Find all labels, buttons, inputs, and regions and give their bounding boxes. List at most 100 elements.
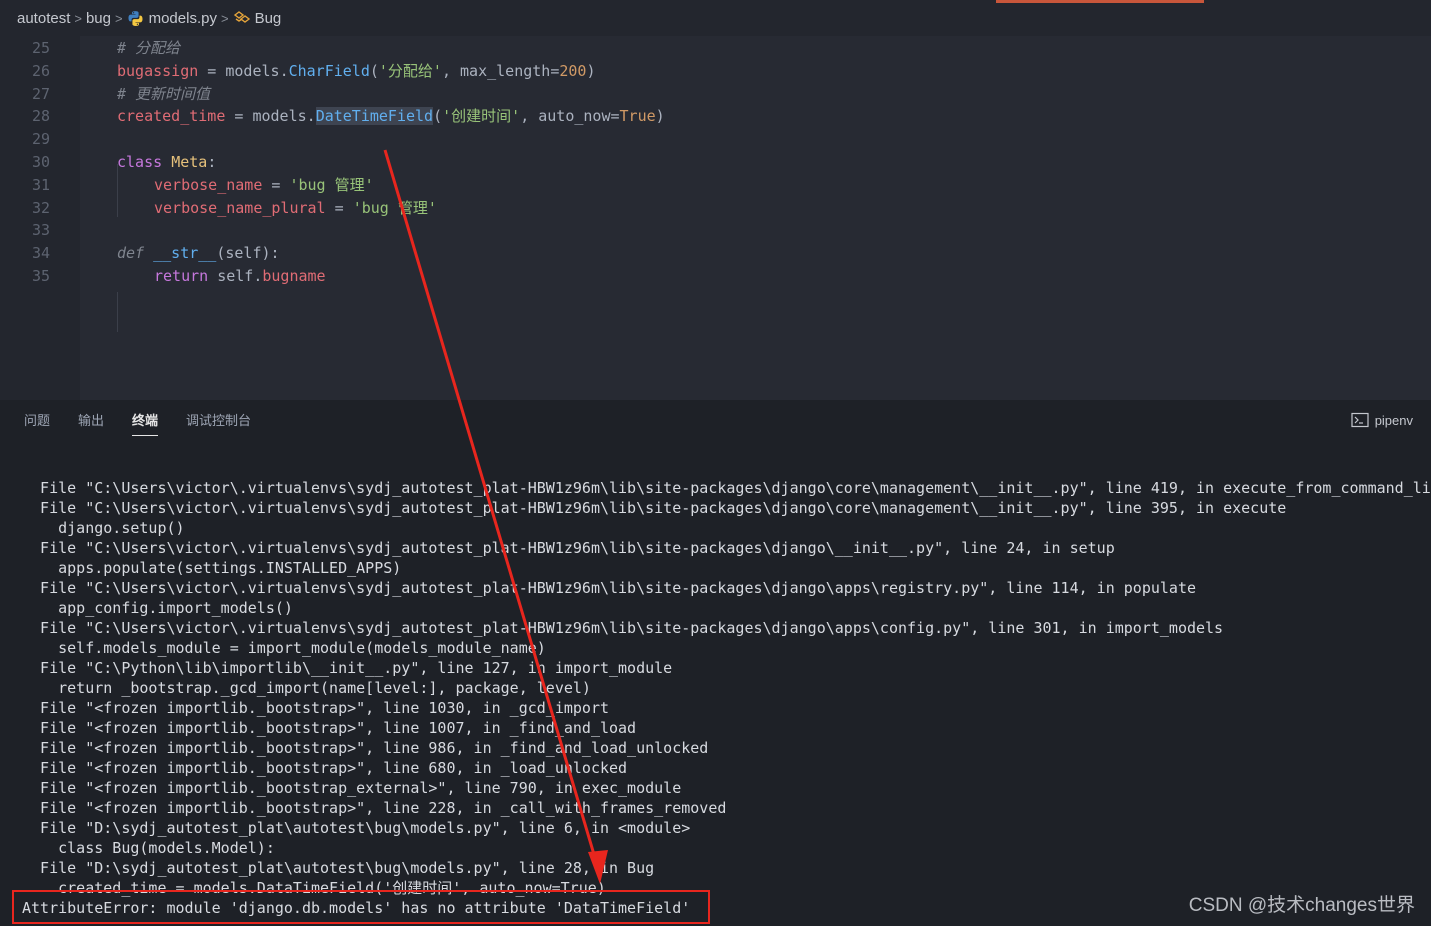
code-token: models — [225, 61, 280, 80]
traceback-line: File "D:\sydj_autotest_plat\autotest\bug… — [22, 819, 691, 837]
line-number: 30 — [31, 153, 50, 171]
line-number: 27 — [31, 84, 50, 103]
terminal-icon — [1351, 412, 1369, 428]
code-token: ) — [655, 107, 665, 126]
code-token: , max_length — [441, 61, 551, 80]
code-token: Meta — [171, 153, 208, 171]
terminal-selector[interactable]: pipenv — [1351, 412, 1413, 428]
line-number: 31 — [31, 175, 50, 194]
code-token: 200 — [559, 61, 587, 80]
indent-guide — [117, 164, 118, 217]
class-symbol-icon — [233, 11, 250, 23]
code-token: def — [117, 244, 145, 263]
tab-terminal[interactable]: 终端 — [132, 400, 159, 444]
code-token: '创建时间' — [442, 107, 521, 126]
line-number: 29 — [31, 130, 50, 149]
traceback-line: apps.populate(settings.INSTALLED_APPS) — [22, 559, 402, 577]
breadcrumb-item-bug[interactable]: bug — [86, 10, 111, 27]
code-token: '分配给' — [378, 61, 442, 80]
terminal-output[interactable]: File "C:\Users\victor\.virtualenvs\sydj_… — [0, 478, 1431, 926]
code-token: DateTimeField — [315, 107, 434, 126]
traceback-line: app_config.import_models() — [22, 599, 293, 617]
code-token: models — [252, 107, 307, 126]
code-token: verbose_name_plural — [154, 198, 326, 217]
breadcrumb-item-label: models.py — [148, 9, 217, 27]
code-token: : — [207, 153, 217, 171]
python-file-icon — [128, 10, 143, 26]
traceback-line: File "C:\Users\victor\.virtualenvs\sydj_… — [22, 479, 1431, 497]
code-line: return self.bugname — [154, 265, 326, 288]
code-token: self. — [208, 267, 263, 285]
code-token: # 分配给 — [117, 39, 181, 57]
code-token: ( — [433, 107, 443, 126]
tab-output[interactable]: 输出 — [78, 400, 104, 444]
code-line: verbose_name = 'bug 管理' — [154, 174, 374, 197]
line-number: 28 — [31, 107, 50, 126]
code-token: bugassign — [117, 61, 199, 80]
code-area[interactable]: # 分配给 bugassign = models.CharField('分配给',… — [80, 36, 1431, 400]
traceback-line: File "<frozen importlib._bootstrap>", li… — [22, 799, 727, 817]
line-number: 34 — [31, 244, 50, 263]
code-editor[interactable]: 25 26 27 28 29 30 31 32 33 34 35 # 分配给 bugassign = … — [0, 36, 1431, 400]
code-token: . — [279, 61, 289, 80]
traceback-line: File "C:\Users\victor\.virtualenvs\sydj_… — [22, 539, 1115, 557]
code-token: return — [154, 267, 209, 285]
code-token: class — [117, 153, 163, 171]
code-line: # 更新时间值 — [117, 83, 210, 106]
tab-debug-console[interactable]: 调试控制台 — [186, 400, 251, 444]
traceback-line: File "C:\Users\victor\.virtualenvs\sydj_… — [22, 619, 1224, 637]
code-token: = — [262, 175, 290, 194]
traceback-line: File "<frozen importlib._bootstrap_exter… — [22, 779, 682, 797]
code-token: 'bug 管理' — [289, 175, 374, 194]
code-token: 'bug 管理' — [352, 198, 437, 217]
traceback-line: class Bug(models.Model): — [22, 839, 275, 857]
chevron-right-icon: > — [74, 10, 82, 26]
traceback-line: File "C:\Users\victor\.virtualenvs\sydj_… — [22, 579, 1196, 597]
code-line: verbose_name_plural = 'bug 管理' — [154, 197, 437, 220]
code-token: __str__ — [144, 244, 217, 263]
watermark: CSDN @技术changes世界 — [1188, 895, 1415, 916]
code-token: verbose_name — [154, 175, 263, 194]
tab-problems[interactable]: 问题 — [24, 400, 50, 444]
code-token: ( — [369, 61, 379, 80]
breadcrumb-item-class[interactable]: Bug — [233, 9, 282, 27]
code-token: , auto_now — [520, 107, 611, 126]
breadcrumb-item-label: Bug — [254, 9, 282, 27]
traceback-line: File "<frozen importlib._bootstrap>", li… — [22, 739, 709, 757]
terminal-name: pipenv — [1374, 412, 1413, 428]
code-line: bugassign = models.CharField('分配给', max_… — [117, 60, 596, 83]
traceback-line: File "D:\sydj_autotest_plat\autotest\bug… — [22, 859, 655, 877]
chevron-right-icon: > — [220, 10, 229, 26]
chevron-right-icon: > — [115, 10, 123, 26]
line-number: 25 — [31, 39, 50, 57]
code-token: = — [610, 107, 620, 126]
traceback-line: django.setup() — [22, 519, 185, 537]
code-token: ) — [586, 61, 596, 80]
code-line: class Meta: — [117, 151, 216, 174]
traceback-line: self.models_module = import_module(model… — [22, 639, 546, 657]
code-line: # 分配给 — [117, 37, 180, 60]
code-token: . — [306, 107, 316, 126]
code-token: = — [325, 198, 353, 217]
code-token: bugname — [262, 267, 326, 285]
traceback-line: return _bootstrap._gcd_import(name[level… — [22, 679, 591, 697]
breadcrumb-item-file[interactable]: models.py — [127, 10, 217, 27]
line-number: 35 — [31, 267, 50, 285]
code-token: True — [619, 107, 656, 126]
traceback-line: File "<frozen importlib._bootstrap>", li… — [22, 759, 628, 777]
line-number-gutter: 25 26 27 28 29 30 31 32 33 34 35 — [0, 36, 80, 400]
traceback-line: File "<frozen importlib._bootstrap>", li… — [22, 699, 609, 717]
line-number: 33 — [31, 221, 50, 240]
error-highlight-box — [12, 890, 710, 924]
traceback-line: File "C:\Python\lib\importlib\__init__.p… — [22, 659, 673, 677]
tab-accent-bar — [996, 0, 1204, 3]
line-number: 26 — [31, 61, 50, 80]
code-token: # 更新时间值 — [117, 84, 211, 103]
breadcrumb-item-autotest[interactable]: autotest — [17, 10, 70, 27]
panel-tab-bar: 问题 输出 终端 调试控制台 — [0, 400, 1431, 444]
indent-guide — [117, 292, 118, 332]
bottom-panel: 问题 输出 终端 调试控制台 pipenv File "C:\Users\vic… — [0, 400, 1431, 926]
code-token: CharField — [288, 61, 370, 80]
traceback-line: File "C:\Users\victor\.virtualenvs\sydj_… — [22, 499, 1287, 517]
